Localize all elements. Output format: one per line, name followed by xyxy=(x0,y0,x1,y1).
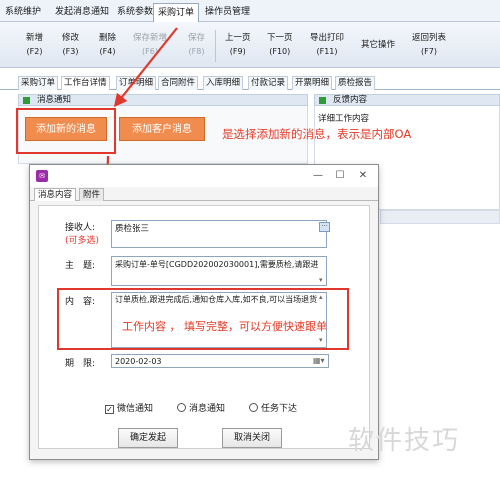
dialog-titlebar: ✉ — ☐ ✕ xyxy=(30,165,378,187)
tab-invoice-detail[interactable]: 开票明细 xyxy=(292,76,333,90)
feedback-panel-title: 反馈内容 xyxy=(333,95,368,105)
save-new-button[interactable]: 保存新增 (F6) xyxy=(133,32,167,62)
subject-field[interactable]: 采购订单-单号[CGDD202002030001],需要质检,请跟进 xyxy=(111,256,327,286)
message-panel-title: 消息通知 xyxy=(37,95,72,105)
menu-system-maintenance[interactable]: 系统维护 xyxy=(5,4,41,20)
deadline-field[interactable]: 2020-02-03 xyxy=(111,354,329,368)
app-icon: ✉ xyxy=(36,170,48,182)
tab-purchase-order[interactable]: 采购订单 xyxy=(18,76,59,90)
export-print-button-label: 导出打印 xyxy=(310,33,345,43)
menu-system-params[interactable]: 系统参数 xyxy=(117,4,153,20)
prev-page-button[interactable]: 上一页 (F9) xyxy=(225,32,251,62)
other-actions-button-label: 其它操作 xyxy=(361,40,396,50)
feedback-subtitle: 详细工作内容 xyxy=(318,114,370,124)
add-new-message-button[interactable]: 添加新的消息 xyxy=(25,117,107,141)
toolbar-separator xyxy=(215,30,216,62)
wechat-notify-checkbox[interactable]: ✓ 微信通知 xyxy=(105,401,153,414)
cancel-button[interactable]: 取消关闭 xyxy=(222,428,282,448)
save-button-label: 保存 xyxy=(188,33,206,43)
confirm-button[interactable]: 确定发起 xyxy=(118,428,178,448)
return-list-button-label: 返回列表 xyxy=(412,33,447,43)
subject-scroll-down-icon[interactable]: ▾ xyxy=(319,276,323,284)
export-print-button[interactable]: 导出打印 (F11) xyxy=(310,32,344,62)
tab-contract-attachment[interactable]: 合同附件 xyxy=(158,76,199,90)
calendar-dropdown-icon[interactable]: ▦▾ xyxy=(313,356,325,365)
next-page-button[interactable]: 下一页 (F10) xyxy=(267,32,293,62)
message-panel-header: 消息通知 xyxy=(18,94,308,106)
minimize-icon[interactable]: — xyxy=(310,168,326,184)
save-button[interactable]: 保存 (F8) xyxy=(188,32,205,62)
message-notify-radio[interactable]: 消息通知 xyxy=(177,401,225,414)
next-page-button-label: 下一页 xyxy=(267,33,293,43)
menu-purchase-order[interactable]: 采购订单 xyxy=(153,3,200,23)
add-button[interactable]: 新增 (F2) xyxy=(26,32,43,62)
tab-inspection-report[interactable]: 质检报告 xyxy=(335,76,376,90)
delete-button[interactable]: 删除 (F4) xyxy=(99,32,116,62)
panel-icon xyxy=(319,97,326,104)
dialog-tab-message[interactable]: 消息内容 xyxy=(34,188,77,201)
recipient-picker-button[interactable]: ··· xyxy=(319,222,330,232)
content-scroll-down-icon[interactable]: ▾ xyxy=(319,336,323,344)
menu-operator-management[interactable]: 操作员管理 xyxy=(205,4,250,20)
close-icon[interactable]: ✕ xyxy=(355,168,371,184)
tab-payment-record[interactable]: 付款记录 xyxy=(248,76,289,90)
menu-bar: 系统维护 发起消息通知 系统参数 采购订单 操作员管理 xyxy=(0,0,500,23)
radio-icon xyxy=(249,403,258,412)
message-dialog: ✉ — ☐ ✕ 消息内容 附件 接收人: (可多选) 质检张三 ··· 主 题:… xyxy=(29,164,379,460)
tab-order-detail[interactable]: 订单明细 xyxy=(116,76,157,90)
content-label: 内 容: xyxy=(65,297,96,307)
delete-button-key: (F4) xyxy=(99,47,116,56)
menu-send-notification[interactable]: 发起消息通知 xyxy=(55,4,109,20)
delete-button-label: 删除 xyxy=(99,33,117,43)
subject-label: 主 题: xyxy=(65,261,96,271)
feedback-strip xyxy=(380,210,500,224)
add-button-label: 新增 xyxy=(26,33,44,43)
panel-icon xyxy=(23,97,30,104)
annotation-middle: 工作内容 ， 填写完整，可以方便快速跟单 xyxy=(122,320,327,333)
next-page-button-key: (F10) xyxy=(269,47,291,56)
recipient-hint: (可多选) xyxy=(65,236,100,246)
save-new-button-key: (F6) xyxy=(142,47,158,56)
tab-workbench-detail[interactable]: 工作台详情 xyxy=(61,76,110,90)
radio-icon xyxy=(177,403,186,412)
prev-page-button-key: (F9) xyxy=(229,47,246,56)
dialog-tab-attachment[interactable]: 附件 xyxy=(79,188,105,201)
checkbox-icon: ✓ xyxy=(105,405,114,414)
annotation-top: 是选择添加新的消息，表示是内部OA xyxy=(222,127,412,141)
save-button-key: (F8) xyxy=(188,47,205,56)
detail-tabs: 采购订单 工作台详情 订单明细 合同附件 入库明细 付款记录 开票明细 质检报告 xyxy=(0,76,500,90)
tab-stock-in-detail[interactable]: 入库明细 xyxy=(203,76,244,90)
return-list-button-key: (F7) xyxy=(421,47,437,56)
watermark: 软件技巧 xyxy=(348,426,461,456)
feedback-panel-header: 反馈内容 xyxy=(314,94,500,106)
export-print-button-key: (F11) xyxy=(316,47,338,56)
content-scroll-up-icon[interactable]: ▴ xyxy=(319,293,323,301)
add-customer-message-button[interactable]: 添加客户消息 xyxy=(119,117,205,141)
message-notify-label: 消息通知 xyxy=(189,404,226,414)
toolbar: 新增 (F2) 修改 (F3) 删除 (F4) 保存新增 (F6) 保存 (F8) 上一页… xyxy=(0,22,500,68)
task-assign-radio[interactable]: 任务下达 xyxy=(249,401,297,414)
prev-page-button-label: 上一页 xyxy=(225,33,251,43)
edit-button[interactable]: 修改 (F3) xyxy=(62,32,79,62)
maximize-icon[interactable]: ☐ xyxy=(332,168,348,184)
recipient-label: 接收人: xyxy=(65,223,96,233)
add-button-key: (F2) xyxy=(26,47,43,56)
return-list-button[interactable]: 返回列表 (F7) xyxy=(412,32,446,62)
deadline-label: 期 限: xyxy=(65,359,96,369)
edit-button-label: 修改 xyxy=(62,33,80,43)
other-actions-button[interactable]: 其它操作 xyxy=(361,39,395,69)
recipient-field[interactable]: 质检张三 xyxy=(111,220,327,248)
save-new-button-label: 保存新增 xyxy=(133,33,168,43)
task-assign-label: 任务下达 xyxy=(261,404,298,414)
wechat-notify-label: 微信通知 xyxy=(117,404,154,414)
dialog-tabs: 消息内容 附件 xyxy=(30,187,378,201)
edit-button-key: (F3) xyxy=(62,47,79,56)
